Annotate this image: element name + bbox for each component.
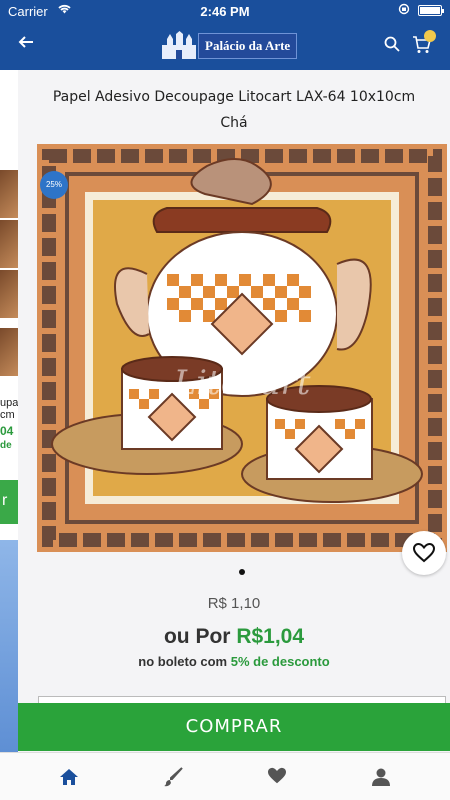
nav-bar: Palácio da Arte — [0, 22, 450, 70]
price-prefix: ou Por — [163, 625, 237, 648]
discount-badge: 25% — [40, 171, 68, 199]
tab-bar — [0, 752, 450, 800]
peek-text: cm — [0, 409, 15, 421]
search-icon[interactable] — [384, 36, 400, 52]
peek-image — [0, 170, 18, 218]
arrow-left-icon[interactable] — [18, 30, 34, 56]
peek-button[interactable]: r — [0, 480, 18, 524]
castle-logo-icon — [162, 31, 196, 59]
price-line: ou Por R$1,04 — [18, 625, 450, 649]
peek-banner — [0, 540, 18, 752]
product-image[interactable]: Litocart — [37, 144, 447, 552]
gallery-page-indicator — [239, 569, 245, 575]
rotation-lock-icon — [398, 3, 410, 18]
logo-text: Palácio da Arte — [198, 33, 298, 59]
product-artwork: Litocart — [37, 144, 447, 552]
peek-text: upa — [0, 397, 18, 409]
peek-price: 04 — [0, 424, 14, 438]
product-title: Papel Adesivo Decoupage Litocart LAX-64 … — [52, 89, 416, 131]
boleto-line: no boleto com 5% de desconto — [18, 654, 450, 669]
previous-page-peek: upa cm 04 de r — [0, 70, 18, 752]
buy-button[interactable]: COMPRAR — [18, 703, 450, 751]
peek-image — [0, 328, 18, 376]
home-icon[interactable] — [59, 767, 79, 787]
peek-price: de — [0, 440, 12, 451]
peek-image — [0, 270, 18, 318]
cart-badge — [424, 30, 436, 42]
brush-icon[interactable] — [163, 767, 183, 787]
heart-icon[interactable] — [267, 767, 287, 787]
status-bar: Carrier 2:46 PM — [0, 0, 450, 22]
clock: 2:46 PM — [200, 4, 250, 19]
heart-outline-icon — [413, 543, 435, 563]
product-sheet: Papel Adesivo Decoupage Litocart LAX-64 … — [18, 70, 450, 752]
user-icon[interactable] — [371, 767, 391, 787]
battery-icon — [418, 5, 444, 16]
price-value: R$1,04 — [236, 625, 305, 648]
boleto-discount: 5% de desconto — [230, 654, 330, 669]
boleto-prefix: no boleto com — [138, 654, 231, 669]
logo[interactable]: Palácio da Arte — [158, 29, 298, 63]
peek-image — [0, 220, 18, 268]
app-header: Carrier 2:46 PM Palácio da Arte — [0, 0, 450, 70]
old-price: R$ 1,10 — [207, 595, 261, 612]
watermark-text: Litocart — [173, 363, 311, 403]
wishlist-button[interactable] — [402, 531, 446, 575]
